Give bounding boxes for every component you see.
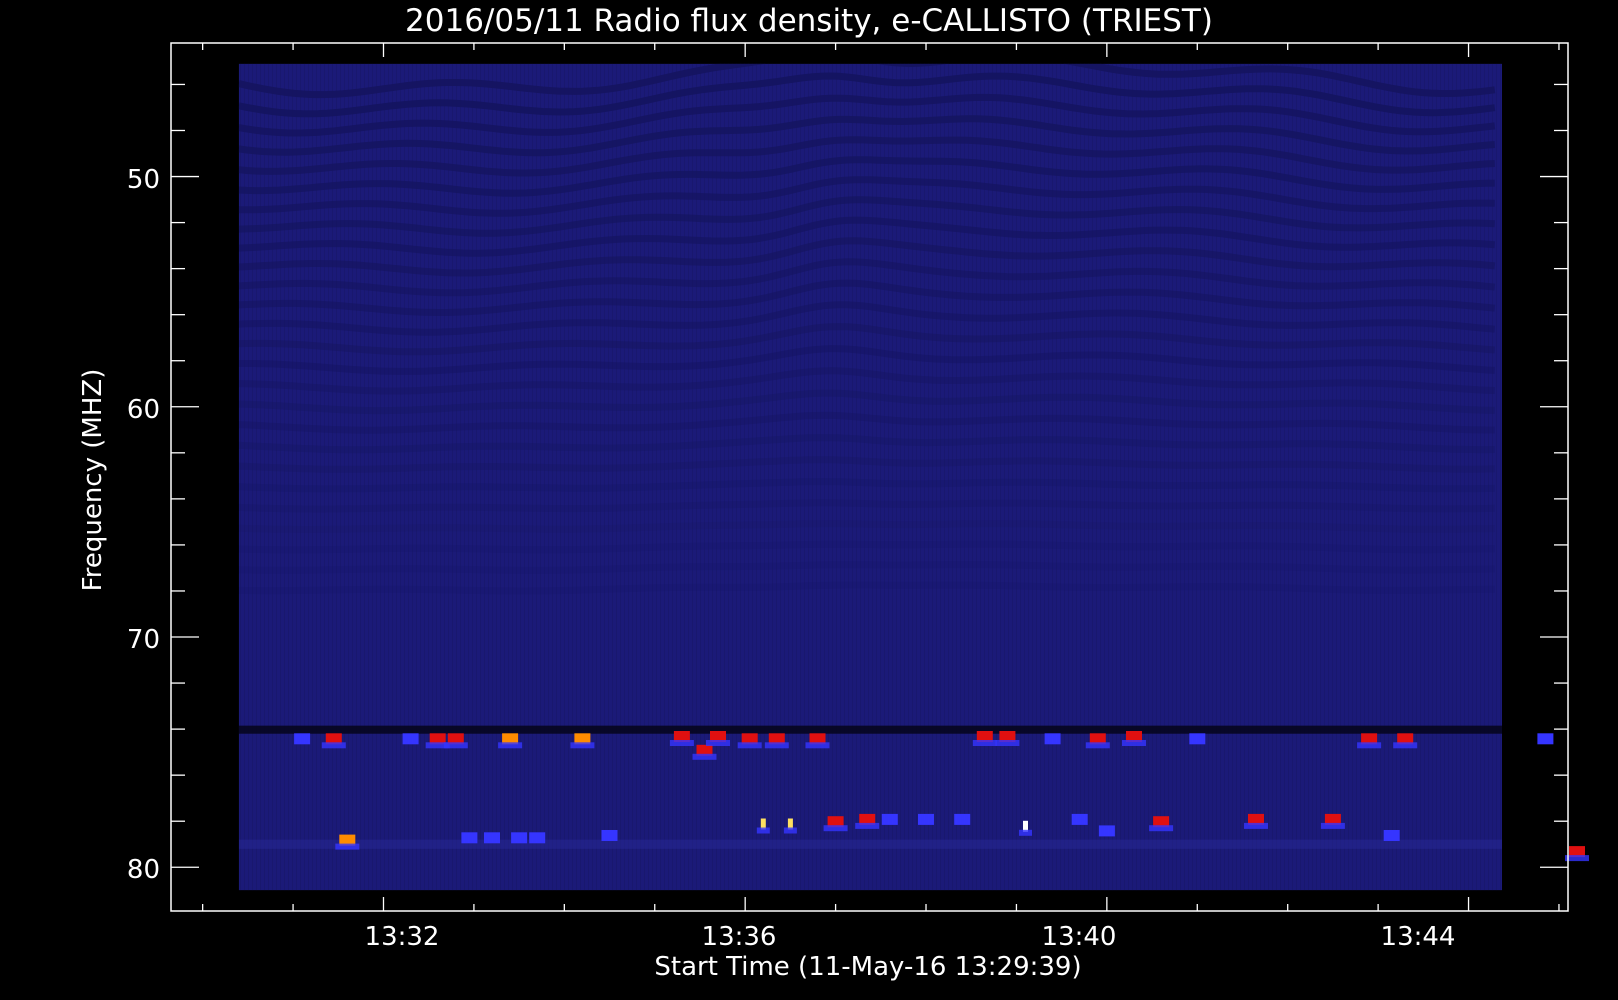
burst-mark (601, 830, 618, 841)
burst-halo (570, 742, 595, 749)
burst-mark (918, 813, 934, 825)
burst-halo (1149, 825, 1174, 832)
burst-halo (443, 742, 468, 749)
burst-halo (1085, 742, 1110, 749)
burst-mark (461, 832, 478, 844)
burst-mark (954, 813, 971, 825)
y-tick-label: 60 (127, 395, 160, 425)
burst-mark (484, 832, 500, 844)
burst-halo (764, 742, 789, 749)
burst-halo (1393, 742, 1418, 749)
x-tick-label: 13:36 (702, 922, 777, 952)
burst-mark (1189, 733, 1206, 745)
vertical-texture (238, 63, 1502, 891)
burst-halo (1320, 822, 1345, 829)
burst-halo (855, 822, 880, 829)
burst-halo (756, 827, 770, 834)
spectrogram-chart: 2016/05/11 Radio flux density, e-CALLIST… (78, 3, 1589, 982)
burst-halo (783, 827, 797, 834)
x-tick-label: 13:32 (365, 922, 440, 952)
burst-halo (972, 740, 997, 746)
burst-halo (1122, 740, 1146, 746)
burst-halo (1019, 829, 1032, 836)
burst-mark (529, 832, 546, 844)
burst-mark (1044, 733, 1061, 745)
y-axis-label: Frequency (MHZ) (78, 369, 108, 592)
dark-band (238, 725, 1502, 734)
burst-halo (805, 742, 830, 749)
x-tick-label: 13:40 (1042, 922, 1117, 952)
burst-halo (706, 740, 730, 746)
burst-halo (823, 825, 848, 832)
burst-mark (881, 813, 898, 825)
spectrogram-data (238, 63, 1502, 891)
burst-mark (511, 832, 528, 844)
y-tick-label: 70 (127, 625, 160, 655)
y-tick-label: 50 (127, 165, 160, 195)
burst-halo (498, 742, 523, 749)
burst-halo (335, 843, 360, 850)
burst-halo (737, 742, 762, 749)
burst-halo (669, 740, 694, 746)
burst-halo (1244, 822, 1268, 829)
burst-halo (321, 742, 346, 749)
y-tick-label: 80 (127, 855, 160, 885)
x-axis-label: Start Time (11-May-16 13:29:39) (654, 952, 1081, 982)
burst-mark (1383, 830, 1400, 841)
x-tick-label: 13:44 (1381, 922, 1456, 952)
burst-halo (692, 753, 717, 760)
chart-title: 2016/05/11 Radio flux density, e-CALLIST… (405, 3, 1213, 39)
faint-band (238, 839, 1502, 849)
burst-mark (294, 733, 311, 745)
burst-mark (1537, 733, 1554, 745)
burst-halo (1357, 742, 1382, 749)
burst-halo (995, 740, 1020, 746)
burst-mark (1098, 825, 1115, 837)
burst-mark (1071, 813, 1088, 825)
burst-mark (402, 733, 419, 745)
